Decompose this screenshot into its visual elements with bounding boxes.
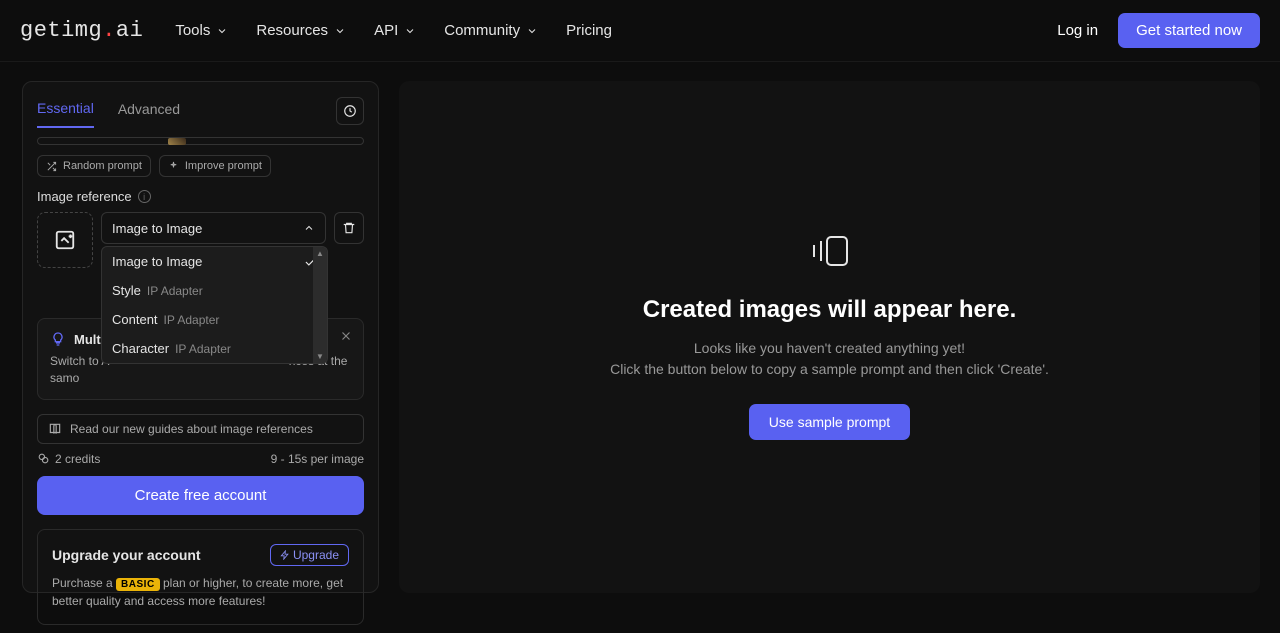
zap-icon	[280, 550, 290, 560]
scrollbar[interactable]: ▲ ▼	[313, 247, 327, 363]
thumb-row	[37, 137, 364, 145]
tabs: Essential Advanced	[23, 82, 378, 129]
logo-dot: .	[102, 18, 116, 43]
lightbulb-icon	[50, 331, 66, 347]
tab-advanced[interactable]: Advanced	[118, 95, 180, 127]
mini-thumb	[168, 138, 186, 145]
empty-text: Looks like you haven't created anything …	[610, 338, 1049, 380]
logo-text: getimg	[20, 18, 102, 43]
dropdown-item-character[interactable]: Character IP Adapter	[102, 334, 327, 363]
image-plus-icon	[54, 229, 76, 251]
chevron-down-icon	[216, 25, 228, 37]
upgrade-card: Upgrade your account Upgrade Purchase a …	[37, 529, 364, 625]
ref-row: Image to Image Image to Image Style	[37, 212, 364, 268]
container: Essential Advanced Random prompt Improve…	[0, 62, 1280, 593]
close-icon[interactable]	[339, 329, 353, 343]
logo[interactable]: getimg.ai	[20, 18, 143, 43]
chevron-down-icon	[526, 25, 538, 37]
upgrade-title: Upgrade your account	[52, 547, 201, 563]
nav-resources[interactable]: Resources	[256, 22, 346, 39]
create-account-button[interactable]: Create free account	[37, 476, 364, 515]
nav: Tools Resources API Community Pricing	[175, 22, 612, 39]
login-link[interactable]: Log in	[1057, 22, 1098, 39]
nav-pricing[interactable]: Pricing	[566, 22, 612, 39]
ref-mode-select[interactable]: Image to Image	[101, 212, 326, 244]
empty-title: Created images will appear here.	[643, 296, 1017, 324]
get-started-button[interactable]: Get started now	[1118, 13, 1260, 48]
scroll-down-icon[interactable]: ▼	[316, 352, 324, 361]
empty-state-icon	[810, 235, 850, 272]
dropdown-item-style[interactable]: Style IP Adapter	[102, 276, 327, 305]
random-prompt-button[interactable]: Random prompt	[37, 155, 151, 177]
prompt-buttons: Random prompt Improve prompt	[37, 155, 364, 177]
left-panel: Essential Advanced Random prompt Improve…	[22, 81, 379, 593]
right-panel: Created images will appear here. Looks l…	[399, 81, 1260, 593]
nav-community[interactable]: Community	[444, 22, 538, 39]
header-right: Log in Get started now	[1057, 13, 1260, 48]
logo-suffix: ai	[116, 18, 143, 43]
nav-api[interactable]: API	[374, 22, 416, 39]
panel-body: Random prompt Improve prompt Image refer…	[23, 129, 378, 633]
book-icon	[48, 422, 62, 436]
clock-icon	[343, 104, 357, 118]
nav-tools[interactable]: Tools	[175, 22, 228, 39]
chevron-up-icon	[303, 222, 315, 234]
dropdown-item-image-to-image[interactable]: Image to Image	[102, 247, 327, 276]
use-sample-prompt-button[interactable]: Use sample prompt	[749, 404, 910, 440]
delete-button[interactable]	[334, 212, 364, 244]
upgrade-text: Purchase a BASIC plan or higher, to crea…	[52, 574, 349, 610]
improve-prompt-button[interactable]: Improve prompt	[159, 155, 271, 177]
upgrade-button[interactable]: Upgrade	[270, 544, 349, 566]
chevron-down-icon	[334, 25, 346, 37]
chevron-down-icon	[404, 25, 416, 37]
trash-icon	[342, 221, 356, 235]
tab-essential[interactable]: Essential	[37, 94, 94, 128]
ref-dropdown: Image to Image Style IP Adapter Content …	[101, 246, 328, 364]
basic-badge: BASIC	[116, 578, 160, 591]
image-upload-box[interactable]	[37, 212, 93, 268]
guide-button[interactable]: Read our new guides about image referenc…	[37, 414, 364, 444]
upgrade-head: Upgrade your account Upgrade	[52, 544, 349, 566]
sparkle-icon	[168, 161, 179, 172]
scroll-up-icon[interactable]: ▲	[316, 249, 324, 258]
credits-time: 9 - 15s per image	[271, 452, 364, 466]
header: getimg.ai Tools Resources API Community …	[0, 0, 1280, 62]
credits-amount: 2 credits	[37, 452, 100, 466]
dropdown-item-content[interactable]: Content IP Adapter	[102, 305, 327, 334]
shuffle-icon	[46, 161, 57, 172]
info-icon[interactable]: i	[138, 190, 151, 203]
coins-icon	[37, 452, 50, 465]
image-reference-label: Image reference i	[37, 189, 364, 204]
credits-row: 2 credits 9 - 15s per image	[37, 452, 364, 466]
history-button[interactable]	[336, 97, 364, 125]
